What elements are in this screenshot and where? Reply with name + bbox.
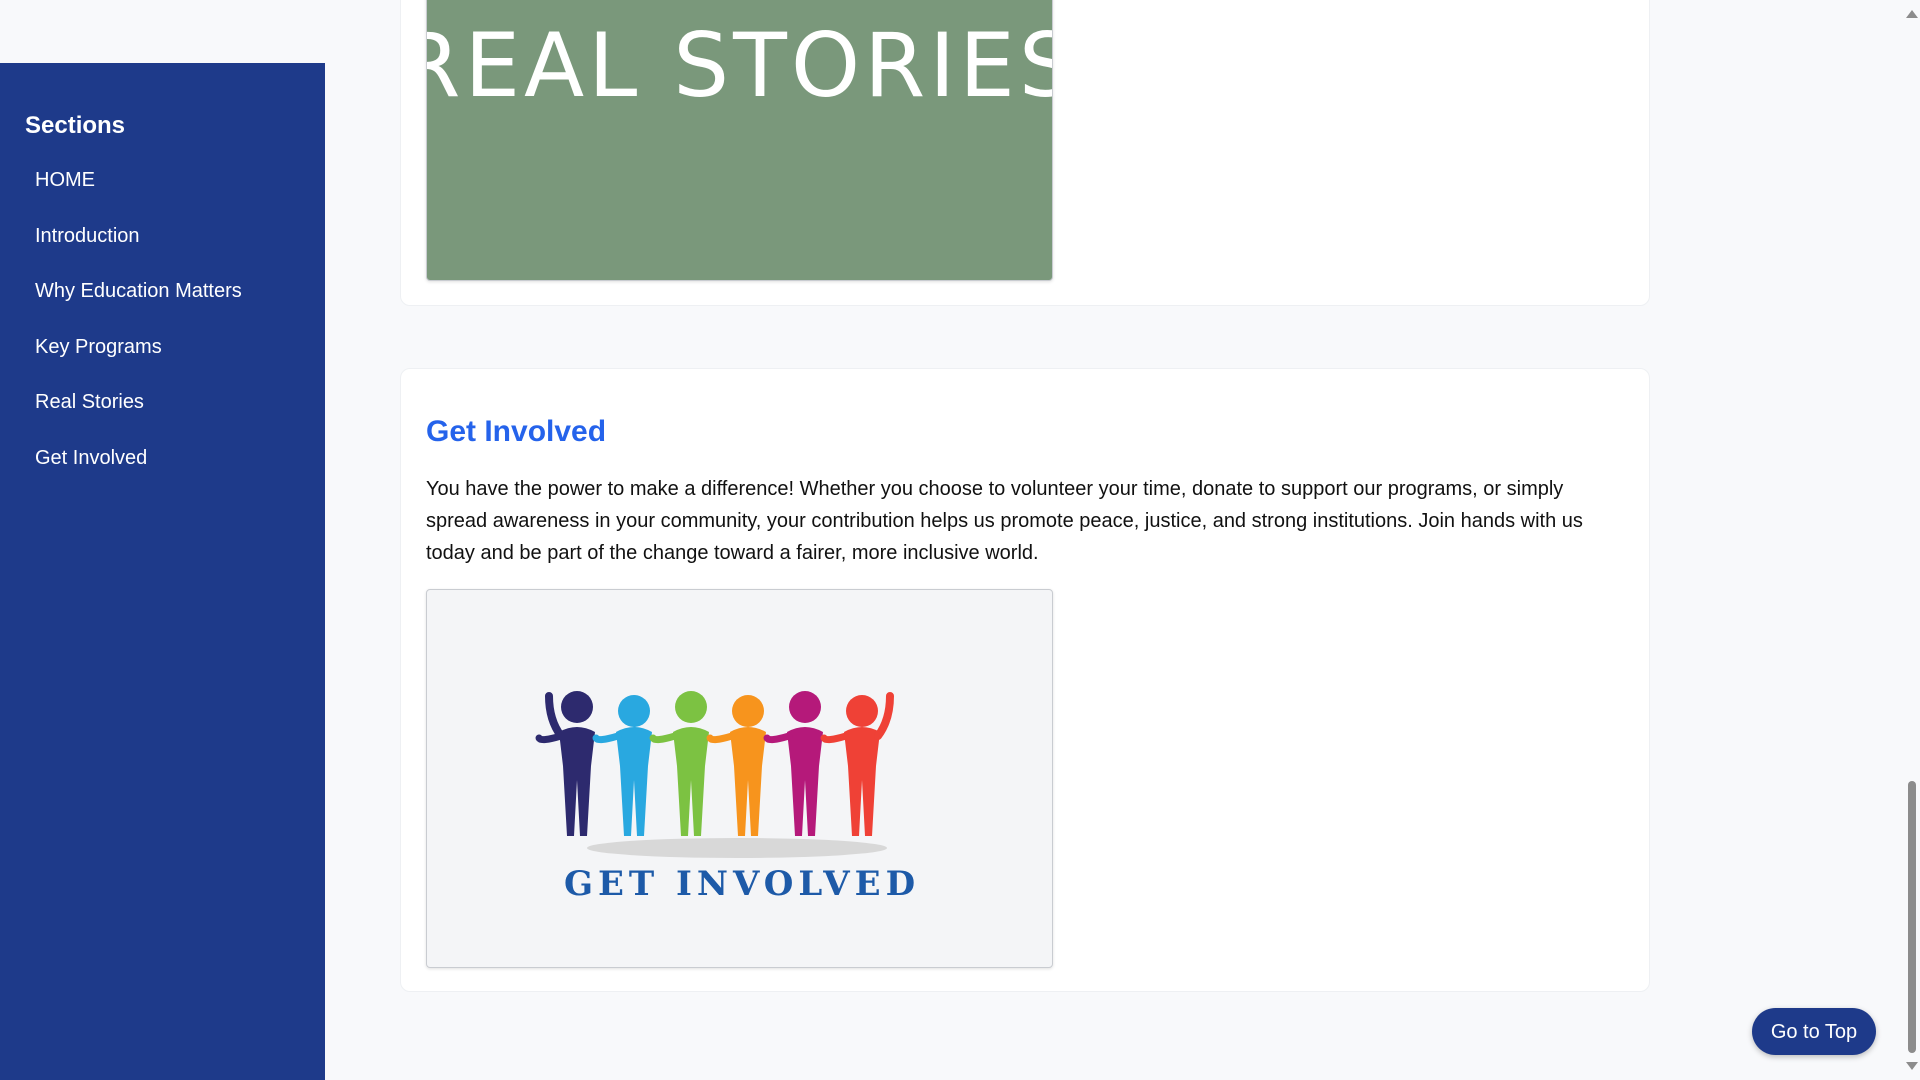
sidebar-item-key-programs[interactable]: Key Programs [35,336,242,392]
real-stories-graphic: REAL STORIES [427,14,1053,117]
real-stories-card: REAL STORIES [400,0,1650,306]
ground-shadow [587,838,887,858]
sidebar: Sections HOME Introduction Why Education… [0,63,325,1080]
raised-arm [545,692,565,740]
scroll-up-arrow-icon[interactable] [1906,10,1918,18]
section-paragraph: You have the power to make a difference!… [426,478,1583,564]
sidebar-item-get-involved[interactable]: Get Involved [35,447,242,503]
get-involved-section: Get Involved You have the power to make … [400,368,1650,992]
sidebar-item-introduction[interactable]: Introduction [35,225,242,281]
scroll-down-arrow-icon[interactable] [1906,1062,1918,1070]
person-figure [763,691,823,836]
section-heading: Get Involved [426,415,607,448]
person-figure [820,695,880,836]
people-figures [535,691,894,836]
sidebar-item-real-stories[interactable]: Real Stories [35,391,242,447]
scrollbar-thumb[interactable] [1908,781,1916,1053]
get-involved-graphic: GET INVOLVED [535,691,920,904]
raised-arm [874,692,894,740]
sidebar-title: Sections [25,112,126,139]
person-figure [649,691,709,836]
get-involved-logo-text: GET INVOLVED [564,864,920,904]
get-involved-image: GET INVOLVED [426,589,1053,968]
sidebar-nav: HOME Introduction Why Education Matters … [35,169,242,502]
person-figure [592,695,652,836]
sidebar-item-why-education-matters[interactable]: Why Education Matters [35,280,242,336]
real-stories-logo-text: REAL STORIES [427,14,1053,117]
scrollbar[interactable] [1903,0,1920,1080]
sidebar-item-home[interactable]: HOME [35,169,242,225]
go-to-top-button[interactable]: Go to Top [1752,1008,1876,1055]
person-figure [706,695,766,836]
real-stories-image: REAL STORIES [426,0,1053,281]
